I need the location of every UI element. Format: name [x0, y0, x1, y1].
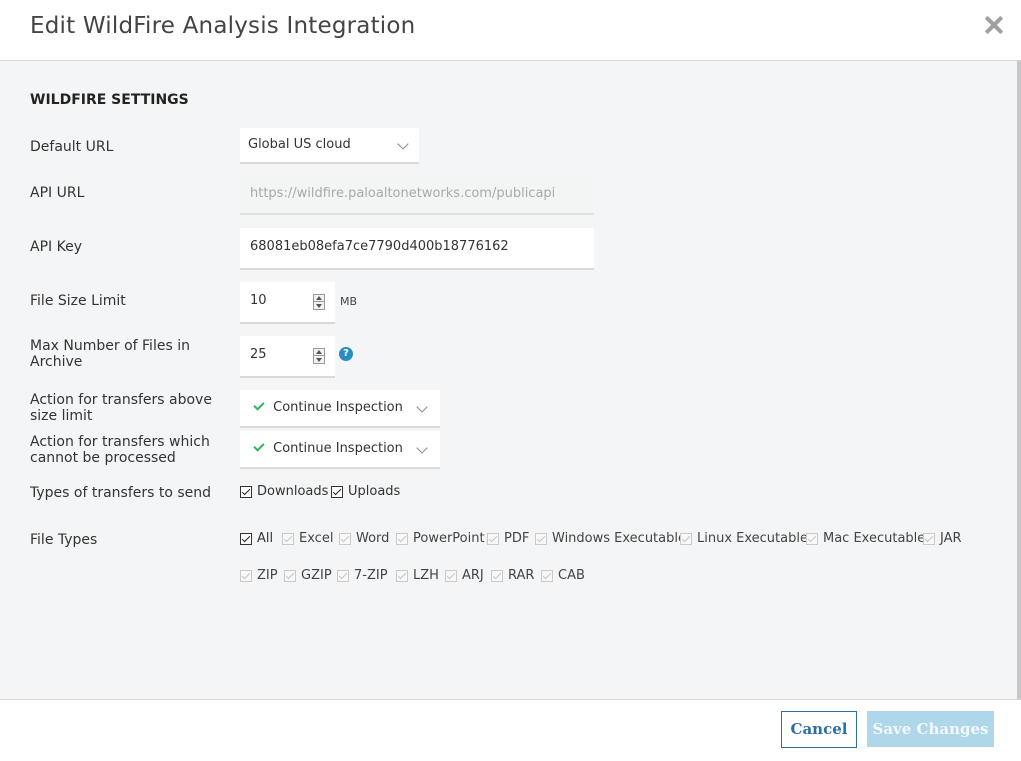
- checkbox-box[interactable]: [331, 485, 343, 498]
- checkbox-lzh: LZH: [396, 568, 439, 583]
- max-files-label: Max Number of Files in Archive: [30, 338, 190, 370]
- checkbox-label: Downloads: [257, 484, 329, 499]
- checkbox-box: [396, 569, 408, 582]
- checkbox-box: [923, 532, 935, 545]
- checkbox-linux-executable: Linux Executable: [680, 531, 808, 546]
- checkbox-label: All: [257, 531, 274, 546]
- number-stepper[interactable]: [313, 348, 325, 364]
- checkbox-box: [535, 532, 547, 545]
- checkbox-box: [680, 532, 692, 545]
- dialog-footer: Cancel Save Changes: [0, 699, 1021, 761]
- checkbox-box: [282, 532, 294, 545]
- api-key-label: API Key: [30, 239, 82, 255]
- checkbox-label: Windows Executable: [552, 531, 686, 546]
- checkbox-box: [396, 532, 408, 545]
- unprocessable-action-select[interactable]: Continue Inspection: [240, 431, 440, 469]
- checkbox-box[interactable]: [240, 532, 252, 545]
- checkbox-mac-executable: Mac Executable: [806, 531, 925, 546]
- max-files-value: 25: [250, 347, 267, 362]
- api-key-input[interactable]: 68081eb08efa7ce7790d400b18776162: [240, 228, 594, 270]
- checkbox-box: [491, 569, 503, 582]
- checkbox-pdf: PDF: [487, 531, 529, 546]
- unprocessable-action-label: Action for transfers which cannot be pro…: [30, 434, 210, 466]
- default-url-label: Default URL: [30, 139, 114, 155]
- max-files-input[interactable]: 25: [240, 336, 335, 378]
- checkbox-label: Excel: [299, 531, 334, 546]
- unprocessable-action-value: Continue Inspection: [273, 441, 403, 456]
- cancel-button[interactable]: Cancel: [781, 711, 857, 748]
- file-size-limit-label: File Size Limit: [30, 293, 126, 309]
- help-icon[interactable]: ?: [339, 347, 353, 361]
- checkbox-cab: CAB: [541, 568, 585, 583]
- checkbox-box: [337, 569, 349, 582]
- checkbox-label: CAB: [558, 568, 585, 583]
- checkbox-zip: ZIP: [240, 568, 278, 583]
- checkbox-box: [445, 569, 457, 582]
- checkbox-label: Linux Executable: [697, 531, 808, 546]
- default-url-value: Global US cloud: [248, 137, 351, 152]
- default-url-select[interactable]: Global US cloud: [240, 128, 419, 164]
- checkbox-label: ARJ: [462, 568, 484, 583]
- save-changes-button[interactable]: Save Changes: [867, 711, 994, 747]
- chevron-down-icon: [397, 138, 409, 150]
- api-url-label: API URL: [30, 185, 85, 201]
- checkbox-label: Mac Executable: [823, 531, 926, 546]
- checkbox-word: Word: [339, 531, 389, 546]
- dialog-body: WILDFIRE SETTINGS Default URL Global US …: [0, 61, 1021, 699]
- transfer-types-label: Types of transfers to send: [30, 485, 212, 501]
- chevron-down-icon: [416, 442, 428, 454]
- checkbox-powerpoint: PowerPoint: [396, 531, 485, 546]
- checkbox-rar: RAR: [491, 568, 534, 583]
- checkbox-excel: Excel: [282, 531, 333, 546]
- checkbox-label: RAR: [508, 568, 535, 583]
- above-size-action-select[interactable]: Continue Inspection: [240, 390, 440, 428]
- above-size-action-label: Action for transfers above size limit: [30, 392, 212, 424]
- checkmark-icon: [252, 441, 263, 452]
- file-size-unit: MB: [340, 295, 358, 308]
- checkmark-icon: [252, 400, 263, 411]
- checkbox-label: Uploads: [348, 484, 401, 499]
- checkbox-label: LZH: [413, 568, 439, 583]
- close-icon[interactable]: [983, 14, 1005, 36]
- number-stepper[interactable]: [313, 294, 325, 310]
- checkbox-arj: ARJ: [445, 568, 484, 583]
- checkbox-box: [284, 569, 296, 582]
- checkbox-7zip: 7-ZIP: [337, 568, 388, 583]
- checkbox-gzip: GZIP: [284, 568, 332, 583]
- checkbox-box: [487, 532, 499, 545]
- file-size-limit-input[interactable]: 10: [240, 282, 335, 324]
- section-title: WILDFIRE SETTINGS: [30, 92, 189, 108]
- checkbox-label: GZIP: [301, 568, 332, 583]
- checkbox-label: JAR: [940, 531, 962, 546]
- file-size-limit-value: 10: [250, 293, 267, 308]
- checkbox-box: [806, 532, 818, 545]
- checkbox-box: [240, 569, 252, 582]
- checkbox-uploads[interactable]: Uploads: [331, 484, 400, 499]
- checkbox-downloads[interactable]: Downloads: [240, 484, 328, 499]
- checkbox-label: 7-ZIP: [354, 568, 388, 583]
- checkbox-box[interactable]: [240, 485, 252, 498]
- file-types-label: File Types: [30, 532, 98, 548]
- checkbox-box: [541, 569, 553, 582]
- checkbox-label: Word: [356, 531, 390, 546]
- above-size-action-value: Continue Inspection: [273, 400, 403, 415]
- checkbox-label: PDF: [504, 531, 530, 546]
- scrollbar[interactable]: [1017, 61, 1021, 701]
- checkbox-box: [339, 532, 351, 545]
- dialog-header: Edit WildFire Analysis Integration: [0, 0, 1021, 61]
- checkbox-jar: JAR: [923, 531, 962, 546]
- chevron-down-icon: [416, 401, 428, 413]
- checkbox-label: PowerPoint: [413, 531, 485, 546]
- api-url-input[interactable]: https://wildfire.paloaltonetworks.com/pu…: [240, 175, 594, 215]
- checkbox-windows-executable: Windows Executable: [535, 531, 686, 546]
- dialog-title: Edit WildFire Analysis Integration: [30, 13, 416, 39]
- checkbox-label: ZIP: [257, 568, 278, 583]
- checkbox-all[interactable]: All: [240, 531, 273, 546]
